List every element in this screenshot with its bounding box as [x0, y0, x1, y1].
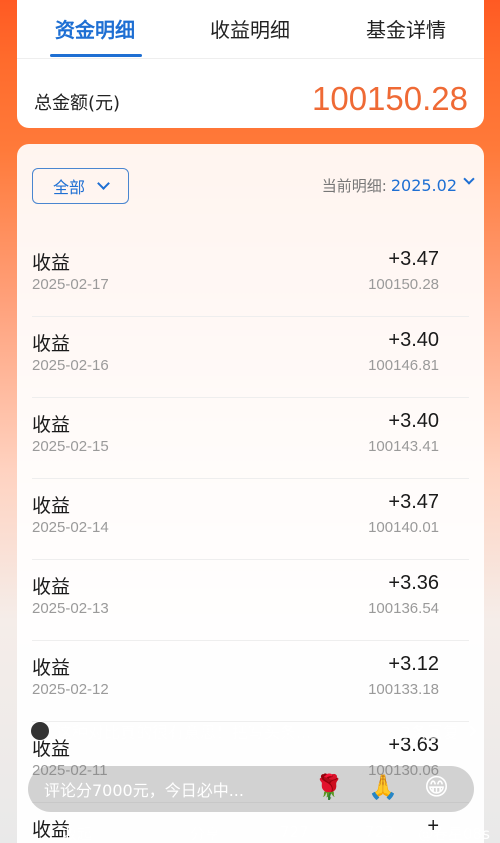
transaction-type: 收益: [32, 576, 71, 598]
transaction-amount: +3.40: [388, 410, 439, 432]
period-label: 当前明细:: [321, 177, 387, 195]
summary-card: 资金明细 收益明细 基金详情 总金额(元) 100150.28: [17, 0, 484, 128]
list-item[interactable]: 收益 2025-02-16 +3.40 100146.81: [17, 317, 484, 398]
active-tab-indicator: [50, 54, 142, 57]
transaction-date: 2025-02-13: [32, 600, 109, 617]
transaction-type: 收益: [32, 252, 71, 274]
pray-emoji-icon[interactable]: 🙏: [368, 773, 398, 801]
total-amount-value: 100150.28: [312, 80, 468, 117]
filter-dropdown[interactable]: 全部: [32, 168, 129, 204]
list-item[interactable]: 收益 2025-02-15 +3.40 100143.41: [17, 398, 484, 479]
transaction-balance: 100150.28: [368, 276, 439, 293]
watermark: @春星08s: [418, 825, 490, 843]
tab-income-details[interactable]: 收益明细: [210, 14, 290, 43]
transaction-date: 2025-02-14: [32, 519, 109, 536]
chevron-right-icon: [465, 725, 477, 737]
transaction-type: 收益: [32, 414, 71, 436]
tab-fund-info[interactable]: 基金详情: [366, 14, 446, 43]
collapse-button[interactable]: 收起: [62, 823, 92, 843]
tab-bar: 资金明细 收益明细 基金详情: [17, 0, 484, 58]
transaction-balance: 100140.01: [368, 519, 439, 536]
transaction-date: 2025-02-16: [32, 357, 109, 374]
filter-label: 全部: [52, 178, 85, 197]
transaction-date: 2025-02-12: [32, 681, 109, 698]
share-count: 727: [280, 823, 309, 841]
share-button[interactable]: 分享: [190, 823, 220, 843]
period-selector[interactable]: 当前明细: 2025.02: [321, 173, 475, 196]
chevron-down-icon: [97, 177, 110, 190]
transaction-balance: 100146.81: [368, 357, 439, 374]
transaction-type: 收益: [32, 333, 71, 355]
tab-fund-details[interactable]: 资金明细: [55, 14, 135, 43]
list-item[interactable]: 收益 2025-02-12 +3.12 100133.18: [17, 641, 484, 722]
list-item[interactable]: 收益 2025-02-13 +3.36 100136.54: [17, 560, 484, 641]
rose-emoji-icon[interactable]: 🌹: [314, 773, 344, 801]
transaction-balance: 100136.54: [368, 600, 439, 617]
comment-text: 这种对比真的很有意思！把写头条...: [56, 723, 312, 742]
grin-emoji-icon[interactable]: 😁: [424, 773, 449, 801]
comment-input-placeholder: 评论分7000元，今日必中...: [44, 781, 244, 800]
bottom-action-bar: 收起 分享 727 723 @春星08s 87: [0, 823, 500, 843]
comment-replies[interactable]: 2条回复: [401, 719, 459, 743]
total-amount-label: 总金额(元): [34, 93, 121, 114]
list-item[interactable]: 收益 2025-02-17 +3.47 100150.28: [17, 236, 484, 317]
period-value: 2025.02: [390, 176, 457, 195]
featured-comment[interactable]: 这种对比真的很有意思！把写头条... 2条回复: [30, 716, 477, 746]
transaction-amount: +3.47: [388, 248, 439, 270]
divider: [17, 58, 484, 59]
transaction-amount: +3.12: [388, 653, 439, 675]
transaction-type: 收益: [32, 657, 71, 679]
transaction-balance: 100133.18: [368, 681, 439, 698]
transaction-type: 收益: [32, 495, 71, 517]
transaction-balance: 100143.41: [368, 438, 439, 455]
transaction-amount: +3.36: [388, 572, 439, 594]
transaction-amount: +3.40: [388, 329, 439, 351]
chevron-down-icon: [463, 173, 475, 185]
transaction-date: 2025-02-15: [32, 438, 109, 455]
comment-input[interactable]: 评论分7000元，今日必中... 🌹 🙏 😁: [28, 766, 474, 812]
list-item[interactable]: 收益 2025-02-14 +3.47 100140.01: [17, 479, 484, 560]
avatar: [30, 721, 50, 741]
transaction-date: 2025-02-17: [32, 276, 109, 293]
like-count: 723: [365, 823, 394, 841]
transaction-amount: +3.47: [388, 491, 439, 513]
